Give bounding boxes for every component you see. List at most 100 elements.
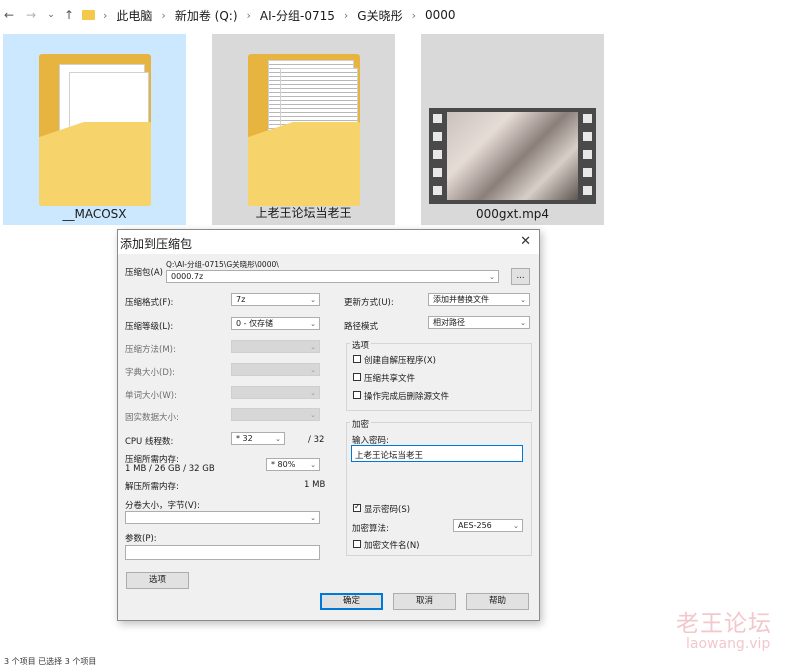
update-mode-label: 更新方式(U): — [344, 298, 394, 308]
parameters-label: 参数(P): — [125, 534, 157, 544]
address-bar: ← → ⌄ ↑ › 此电脑 › 新加卷 (Q:) › AI-分组-0715 › … — [0, 0, 800, 30]
delete-after-checkbox[interactable] — [353, 391, 361, 399]
watermark-url: laowang.vip — [686, 636, 771, 652]
encryption-group-title: 加密 — [350, 418, 372, 430]
file-item-macosx[interactable]: __MACOSX — [3, 34, 186, 225]
password-input[interactable]: 上老王论坛当老王 — [351, 445, 523, 462]
cpu-threads-select[interactable]: * 32 ⌄ — [231, 432, 285, 445]
format-label: 压缩格式(F): — [125, 298, 174, 308]
chevron-down-icon: ⌄ — [310, 514, 316, 522]
breadcrumb-item-group[interactable]: AI-分组-0715 — [260, 7, 335, 24]
browse-button[interactable]: ... — [511, 268, 530, 285]
chevron-right-icon: › — [246, 8, 251, 22]
up-arrow-icon[interactable]: ↑ — [62, 8, 76, 22]
file-name: 上老王论坛当老王 — [255, 206, 352, 220]
encrypt-names-label: 加密文件名(N) — [364, 541, 420, 551]
breadcrumb-item-folder[interactable]: G关晓彤 — [357, 7, 402, 24]
chevron-down-icon: ⌄ — [489, 273, 495, 281]
encryption-method-label: 加密算法: — [352, 524, 389, 534]
chevron-right-icon: › — [161, 8, 166, 22]
shared-files-label: 压缩共享文件 — [364, 374, 416, 384]
cpu-max: / 32 — [308, 435, 325, 445]
chevron-down-icon: ⌄ — [310, 461, 316, 469]
chevron-right-icon: › — [103, 8, 108, 22]
cpu-value: * 32 — [236, 434, 253, 443]
add-to-archive-dialog: 添加到压缩包 ✕ 压缩包(A) Q:\AI-分组-0715\G关晓彤\0000\… — [117, 229, 540, 621]
file-name: __MACOSX — [62, 207, 127, 221]
solid-select: ⌄ — [231, 408, 320, 421]
memory-usage-select[interactable]: * 80% ⌄ — [266, 458, 320, 471]
close-icon[interactable]: ✕ — [520, 234, 531, 249]
delete-after-label: 操作完成后删除源文件 — [364, 392, 450, 402]
ok-button[interactable]: 确定 — [320, 593, 383, 610]
encryption-method-value: AES-256 — [458, 521, 492, 530]
recent-dropdown-icon[interactable]: ⌄ — [44, 10, 58, 20]
archive-label: 压缩包(A) — [125, 268, 163, 278]
archive-name-combo[interactable]: 0000.7z ⌄ — [166, 270, 499, 283]
dict-select: ⌄ — [231, 363, 320, 376]
sfx-label: 创建自解压程序(X) — [364, 356, 436, 366]
decompress-memory-value: 1 MB — [304, 480, 326, 490]
forward-arrow-icon[interactable]: → — [24, 8, 38, 22]
cancel-button[interactable]: 取消 — [393, 593, 456, 610]
dialog-titlebar: 添加到压缩包 ✕ — [118, 230, 539, 254]
encryption-method-select[interactable]: AES-256 ⌄ — [453, 519, 523, 532]
chevron-down-icon: ⌄ — [310, 343, 316, 351]
update-mode-value: 添加并替换文件 — [433, 295, 489, 304]
dict-label: 字典大小(D): — [125, 368, 176, 378]
options-group-title: 选项 — [350, 339, 372, 351]
dialog-title: 添加到压缩包 — [120, 237, 193, 251]
path-mode-label: 路径模式 — [344, 322, 379, 332]
show-password-checkbox[interactable] — [353, 502, 361, 512]
level-value: 0 - 仅存储 — [236, 319, 274, 328]
format-select[interactable]: 7z ⌄ — [231, 293, 320, 306]
chevron-down-icon: ⌄ — [310, 296, 316, 304]
split-size-label: 分卷大小，字节(V): — [125, 501, 200, 511]
options-button[interactable]: 选项 — [126, 572, 189, 589]
status-bar: 3 个项目 已选择 3 个项目 — [4, 657, 97, 666]
sfx-checkbox[interactable] — [353, 355, 361, 363]
archive-name-value: 0000.7z — [171, 272, 204, 281]
format-value: 7z — [236, 295, 246, 304]
chevron-down-icon: ⌄ — [520, 319, 526, 327]
file-name: 000gxt.mp4 — [475, 207, 550, 221]
breadcrumb-item-this-pc[interactable]: 此电脑 — [116, 7, 152, 24]
chevron-down-icon: ⌄ — [310, 366, 316, 374]
file-item-video[interactable]: 000gxt.mp4 — [421, 34, 604, 225]
level-label: 压缩等级(L): — [125, 322, 174, 332]
chevron-down-icon: ⌄ — [513, 522, 519, 530]
encrypt-names-checkbox[interactable] — [353, 540, 361, 548]
memory-value: * 80% — [271, 460, 296, 469]
cpu-label: CPU 线程数: — [125, 437, 174, 447]
password-value: 上老王论坛当老王 — [355, 451, 424, 461]
breadcrumb-item-current[interactable]: 0000 — [425, 8, 456, 22]
archive-path: Q:\AI-分组-0715\G关晓彤\0000\ — [166, 260, 279, 269]
chevron-right-icon: › — [343, 8, 349, 22]
word-select: ⌄ — [231, 386, 320, 399]
breadcrumb-item-drive[interactable]: 新加卷 (Q:) — [175, 7, 238, 24]
parameters-input[interactable] — [125, 545, 320, 560]
folder-icon — [82, 10, 95, 20]
file-item-folder[interactable]: 上老王论坛当老王 — [212, 34, 395, 225]
chevron-down-icon: ⌄ — [275, 435, 281, 443]
word-label: 单词大小(W): — [125, 391, 177, 401]
help-button[interactable]: 帮助 — [466, 593, 529, 610]
decompress-memory-label: 解压所需内存: — [125, 482, 179, 492]
path-mode-value: 相对路径 — [433, 318, 465, 327]
chevron-right-icon: › — [411, 8, 416, 22]
back-arrow-icon[interactable]: ← — [2, 8, 16, 22]
chevron-down-icon: ⌄ — [310, 320, 316, 328]
show-password-label: 显示密码(S) — [364, 505, 411, 515]
level-select[interactable]: 0 - 仅存储 ⌄ — [231, 317, 320, 330]
update-mode-select[interactable]: 添加并替换文件 ⌄ — [428, 293, 530, 306]
method-select: ⌄ — [231, 340, 320, 353]
watermark-title: 老王论坛 — [676, 611, 772, 637]
chevron-down-icon: ⌄ — [520, 296, 526, 304]
chevron-down-icon: ⌄ — [310, 411, 316, 419]
split-size-combo[interactable]: ⌄ — [125, 511, 320, 524]
method-label: 压缩方法(M): — [125, 345, 176, 355]
shared-files-checkbox[interactable] — [353, 373, 361, 381]
path-mode-select[interactable]: 相对路径 ⌄ — [428, 316, 530, 329]
memory-detail: 1 MB / 26 GB / 32 GB — [125, 464, 215, 474]
solid-label: 固实数据大小: — [125, 413, 179, 423]
